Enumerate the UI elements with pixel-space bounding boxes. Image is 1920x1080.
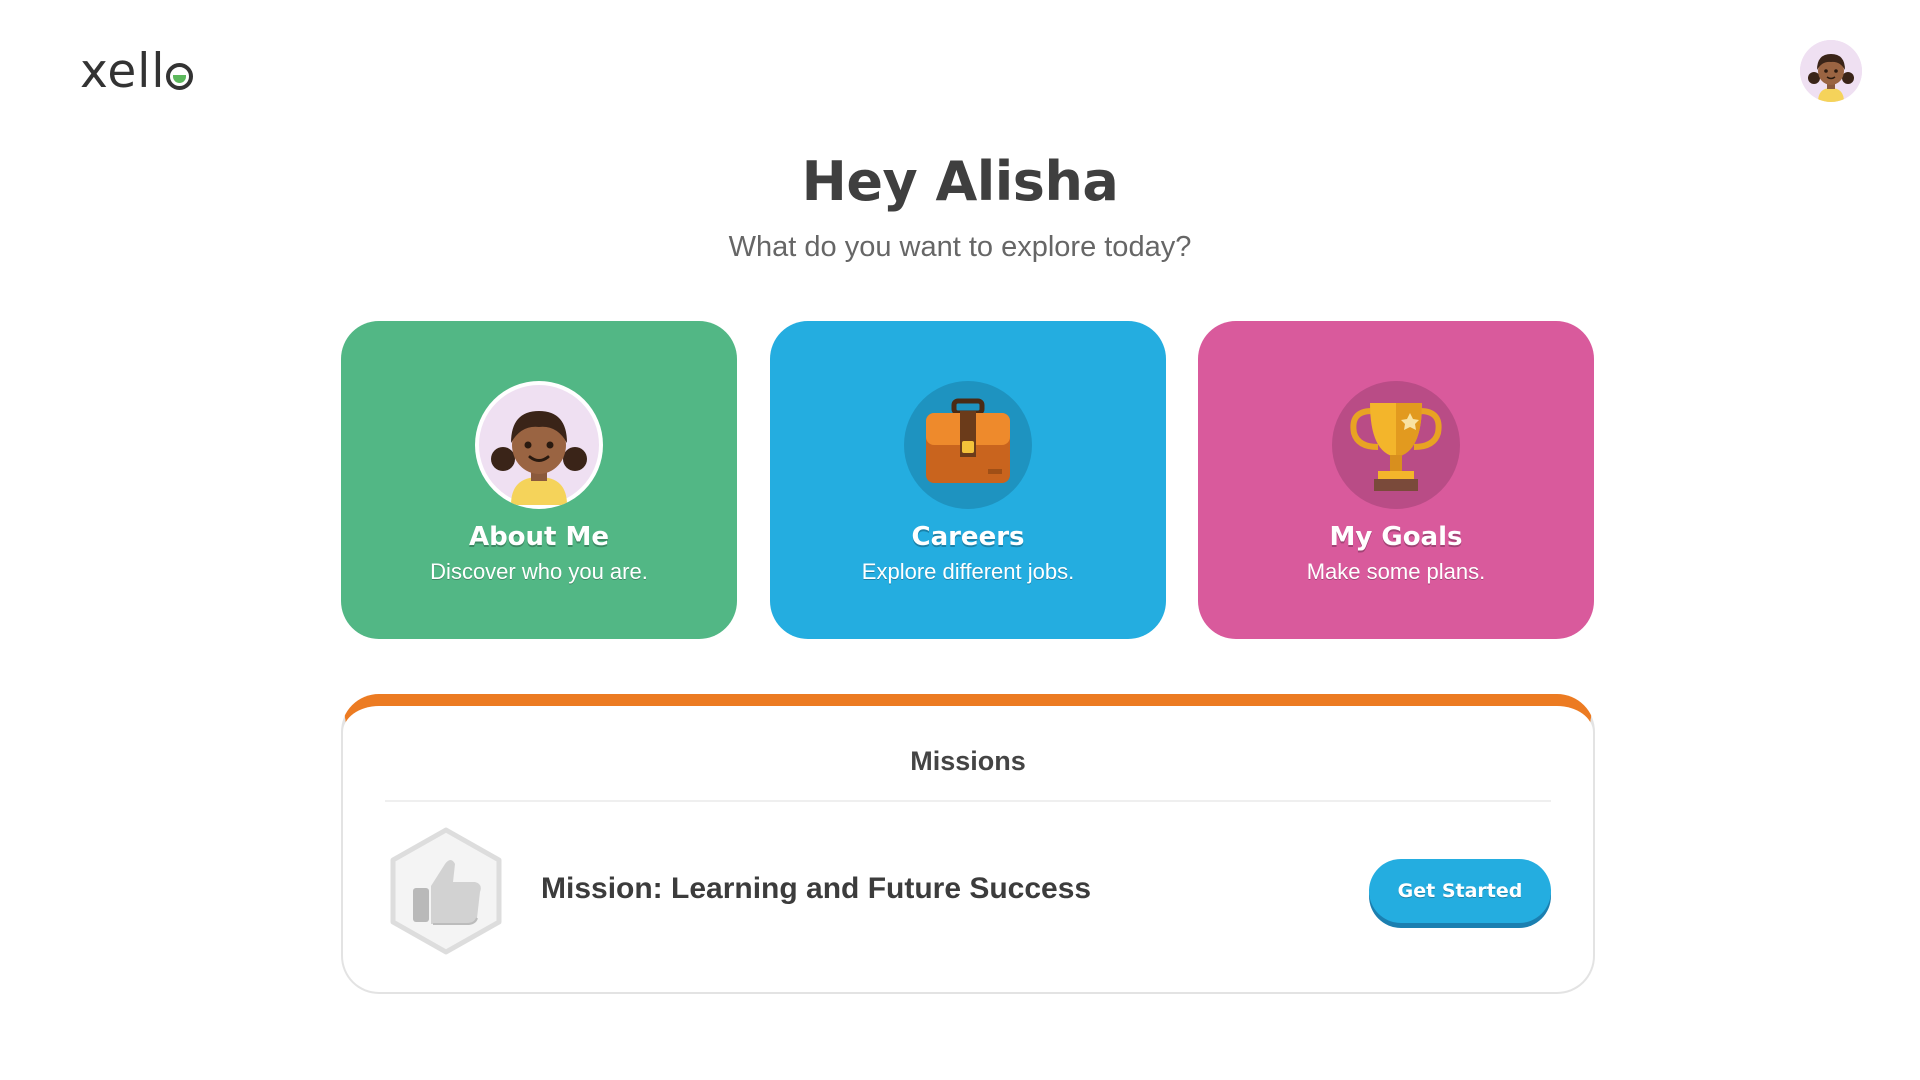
careers-title: Careers bbox=[911, 522, 1025, 552]
trophy-icon bbox=[1332, 381, 1460, 509]
mission-name[interactable]: Mission: Learning and Future Success bbox=[541, 872, 1091, 906]
get-started-button[interactable]: Get Started bbox=[1369, 859, 1551, 923]
my-goals-description: Make some plans. bbox=[1306, 559, 1486, 584]
girl-avatar-icon bbox=[475, 381, 603, 509]
greeting-title: Hey Alisha bbox=[801, 150, 1119, 213]
about-me-card[interactable]: About Me Discover who you are. bbox=[341, 321, 737, 639]
xello-logo[interactable]: xell bbox=[80, 44, 194, 99]
user-avatar-icon bbox=[1800, 40, 1862, 102]
my-goals-title: My Goals bbox=[1329, 522, 1463, 552]
careers-card[interactable]: Careers Explore different jobs. bbox=[770, 321, 1166, 639]
about-me-title: About Me bbox=[468, 522, 610, 552]
user-avatar[interactable] bbox=[1800, 40, 1862, 102]
missions-panel: Missions Mission: Learning and Future Su… bbox=[341, 694, 1595, 994]
logo-text: xell bbox=[80, 44, 166, 99]
careers-description: Explore different jobs. bbox=[861, 559, 1075, 584]
missions-divider bbox=[385, 800, 1551, 802]
home-page: xell Hey Alisha What do you want to expl… bbox=[0, 0, 1920, 1080]
logo-o-icon bbox=[166, 62, 194, 90]
my-goals-card[interactable]: My Goals Make some plans. bbox=[1198, 321, 1594, 639]
about-me-description: Discover who you are. bbox=[430, 559, 648, 584]
briefcase-icon bbox=[904, 381, 1032, 509]
thumbs-up-badge-icon bbox=[385, 826, 507, 956]
mission-item: Mission: Learning and Future Success Get… bbox=[385, 826, 1551, 956]
greeting-subtitle: What do you want to explore today? bbox=[728, 231, 1192, 263]
missions-title: Missions bbox=[910, 746, 1026, 776]
